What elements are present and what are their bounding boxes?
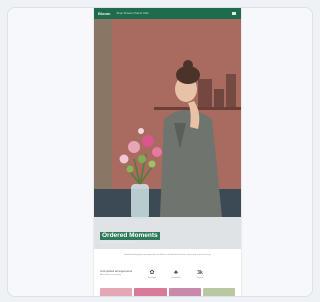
feature-label: Reviews bbox=[196, 277, 204, 279]
features-heading-block: Just-picked arrangements All season, eve… bbox=[100, 269, 140, 277]
feature-reviews: 3k Reviews bbox=[188, 270, 212, 279]
leaf-icon: ♣ bbox=[174, 270, 178, 276]
hero-photo bbox=[94, 19, 241, 249]
preview-card: Bloom Shop Flowers Plants Gifts Ordered … bbox=[7, 7, 313, 297]
number-badge: 3k bbox=[197, 270, 203, 276]
feature-label: Arranged bbox=[148, 277, 156, 279]
product-thumbnail[interactable] bbox=[202, 288, 235, 296]
product-thumbnails bbox=[100, 288, 235, 296]
features-subheading: All season, every day bbox=[100, 273, 121, 276]
hero-subtitle: Fresh flowers delivered to your door bbox=[100, 241, 139, 244]
product-thumbnail[interactable] bbox=[134, 288, 167, 296]
hero-title: Ordered Moments bbox=[100, 232, 160, 240]
hero-banner: Ordered Moments Fresh flowers delivered … bbox=[94, 19, 241, 249]
hamburger-menu-icon[interactable] bbox=[232, 12, 236, 15]
mobile-page-preview[interactable]: Bloom Shop Flowers Plants Gifts Ordered … bbox=[94, 8, 241, 296]
features-row: Just-picked arrangements All season, eve… bbox=[100, 269, 235, 286]
feature-arranged: ✿ Arranged bbox=[140, 270, 164, 279]
product-thumbnail[interactable] bbox=[168, 288, 201, 296]
intro-paragraph: Hand-tied bouquets arranged by our flori… bbox=[123, 254, 212, 256]
feature-label: Sustainable bbox=[171, 277, 181, 279]
flower-icon: ✿ bbox=[149, 270, 155, 276]
nav-links[interactable]: Shop Flowers Plants Gifts bbox=[116, 12, 148, 15]
top-navigation-bar: Bloom Shop Flowers Plants Gifts bbox=[94, 8, 241, 19]
feature-sustainable: ♣ Sustainable bbox=[164, 270, 188, 279]
brand-logo[interactable]: Bloom bbox=[98, 11, 110, 16]
product-thumbnail[interactable] bbox=[100, 288, 133, 296]
